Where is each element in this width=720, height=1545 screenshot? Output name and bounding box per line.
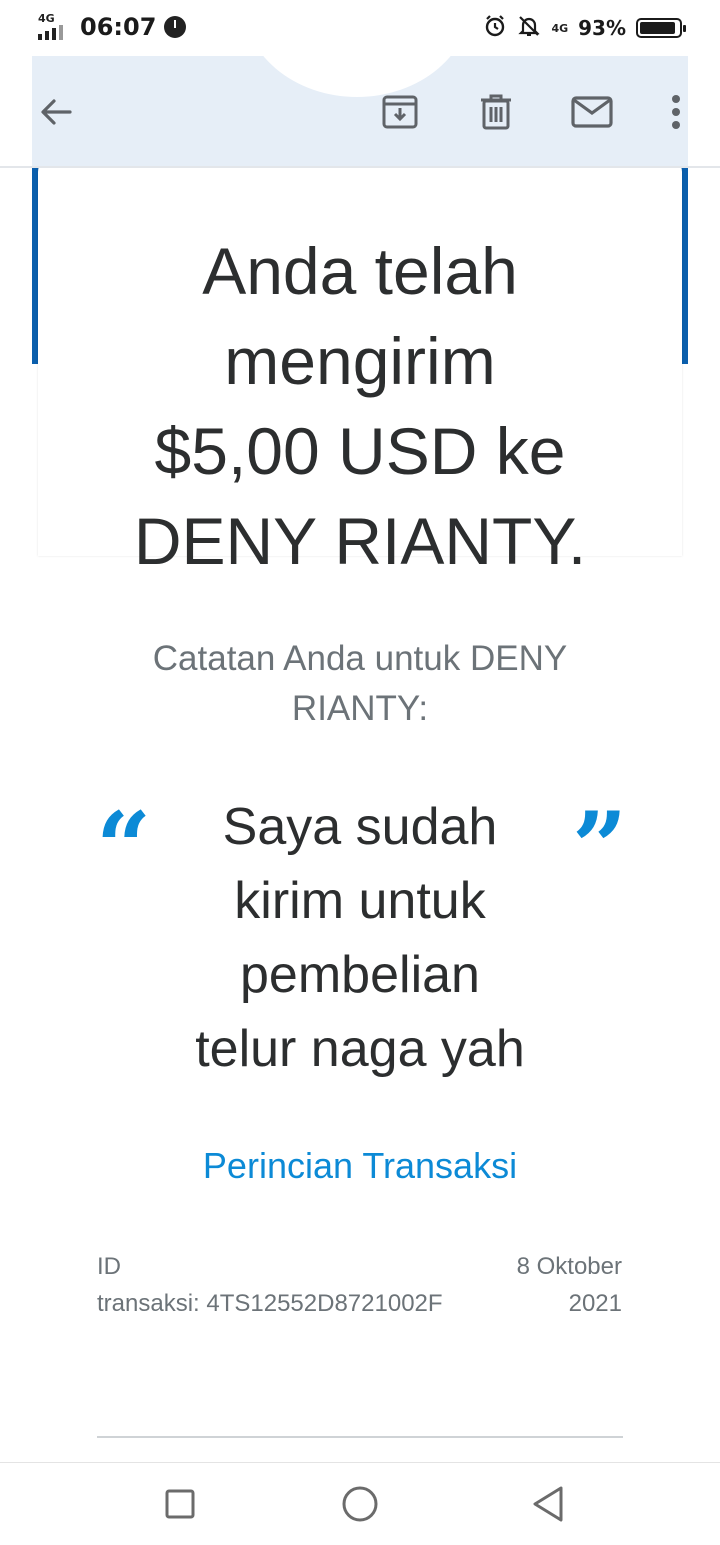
note-label-line: RIANTY: — [291, 689, 429, 728]
mute-bell-icon — [517, 14, 541, 42]
transaction-date-line: 8 Oktober — [516, 1253, 622, 1280]
home-circle-icon[interactable] — [337, 1481, 383, 1527]
note-line: telur naga yah — [195, 1020, 525, 1078]
system-nav-bar — [0, 1462, 720, 1545]
open-quote-icon: “ — [96, 791, 152, 904]
headline-line: mengirim — [224, 324, 496, 398]
note-label-line: Catatan Anda untuk DENY — [152, 639, 568, 678]
note-label: Catatan Anda untuk DENY RIANTY: — [110, 634, 610, 734]
battery-icon — [636, 18, 686, 38]
close-quote-icon: ” — [572, 791, 628, 904]
delete-icon[interactable] — [476, 92, 516, 132]
headline-line: DENY RIANTY. — [133, 504, 587, 578]
mark-unread-icon[interactable] — [570, 92, 614, 132]
header-divider — [0, 166, 720, 168]
network-type-left: 4G — [38, 12, 55, 25]
status-left: 4G 06:07 — [38, 12, 187, 42]
note-line: pembelian — [240, 946, 480, 1004]
payment-headline: Anda telah mengirim $5,00 USD ke DENY RI… — [90, 226, 630, 586]
more-vert-icon[interactable] — [666, 92, 686, 132]
back-arrow-icon[interactable] — [36, 92, 76, 132]
clock-icon — [164, 16, 187, 38]
status-time: 06:07 — [80, 13, 157, 41]
headline-line: $5,00 USD ke — [154, 414, 566, 488]
signal-icon: 4G — [38, 12, 70, 42]
back-triangle-icon[interactable] — [525, 1481, 571, 1527]
alarm-icon — [483, 14, 507, 42]
status-bar: 4G 06:07 4G 93% — [0, 0, 720, 56]
note-line: kirim untuk — [234, 872, 486, 930]
recents-square-icon[interactable] — [157, 1481, 203, 1527]
transaction-date: 8 Oktober 2021 — [422, 1248, 622, 1322]
battery-fill — [640, 22, 676, 34]
archive-icon[interactable] — [380, 92, 420, 132]
battery-percent: 93% — [578, 16, 626, 40]
status-right: 4G 93% — [483, 14, 686, 42]
headline-line: Anda telah — [202, 234, 518, 308]
network-type-right: 4G — [551, 21, 569, 35]
note-line: Saya sudah — [222, 798, 498, 856]
sender-note: Saya sudah kirim untuk pembelian telur n… — [160, 790, 560, 1086]
section-divider — [97, 1436, 623, 1438]
transaction-date-line: 2021 — [568, 1290, 622, 1317]
transaction-details-link[interactable]: Perincian Transaksi — [100, 1140, 620, 1192]
